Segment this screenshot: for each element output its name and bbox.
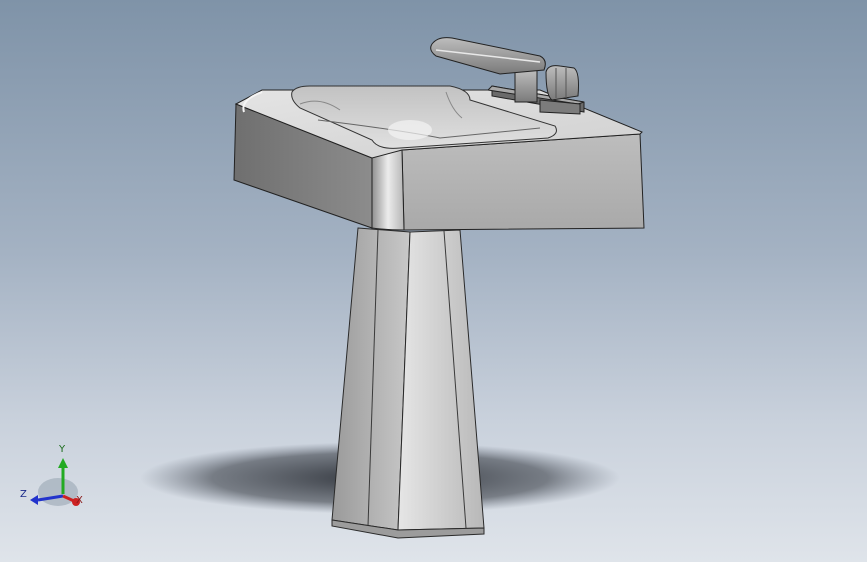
triad-y-arrowhead (58, 458, 68, 468)
triad-y-label: Y (59, 444, 66, 455)
triad-z-label: Z (20, 489, 27, 500)
triad-base (38, 478, 78, 506)
triad-x-label: X (76, 495, 83, 506)
graphics-viewport[interactable]: Y Z X (0, 0, 867, 562)
sink-model[interactable] (0, 0, 867, 562)
triad-z-arrowhead (30, 495, 38, 505)
orientation-triad[interactable] (30, 458, 80, 506)
pedestal (331, 227, 485, 539)
